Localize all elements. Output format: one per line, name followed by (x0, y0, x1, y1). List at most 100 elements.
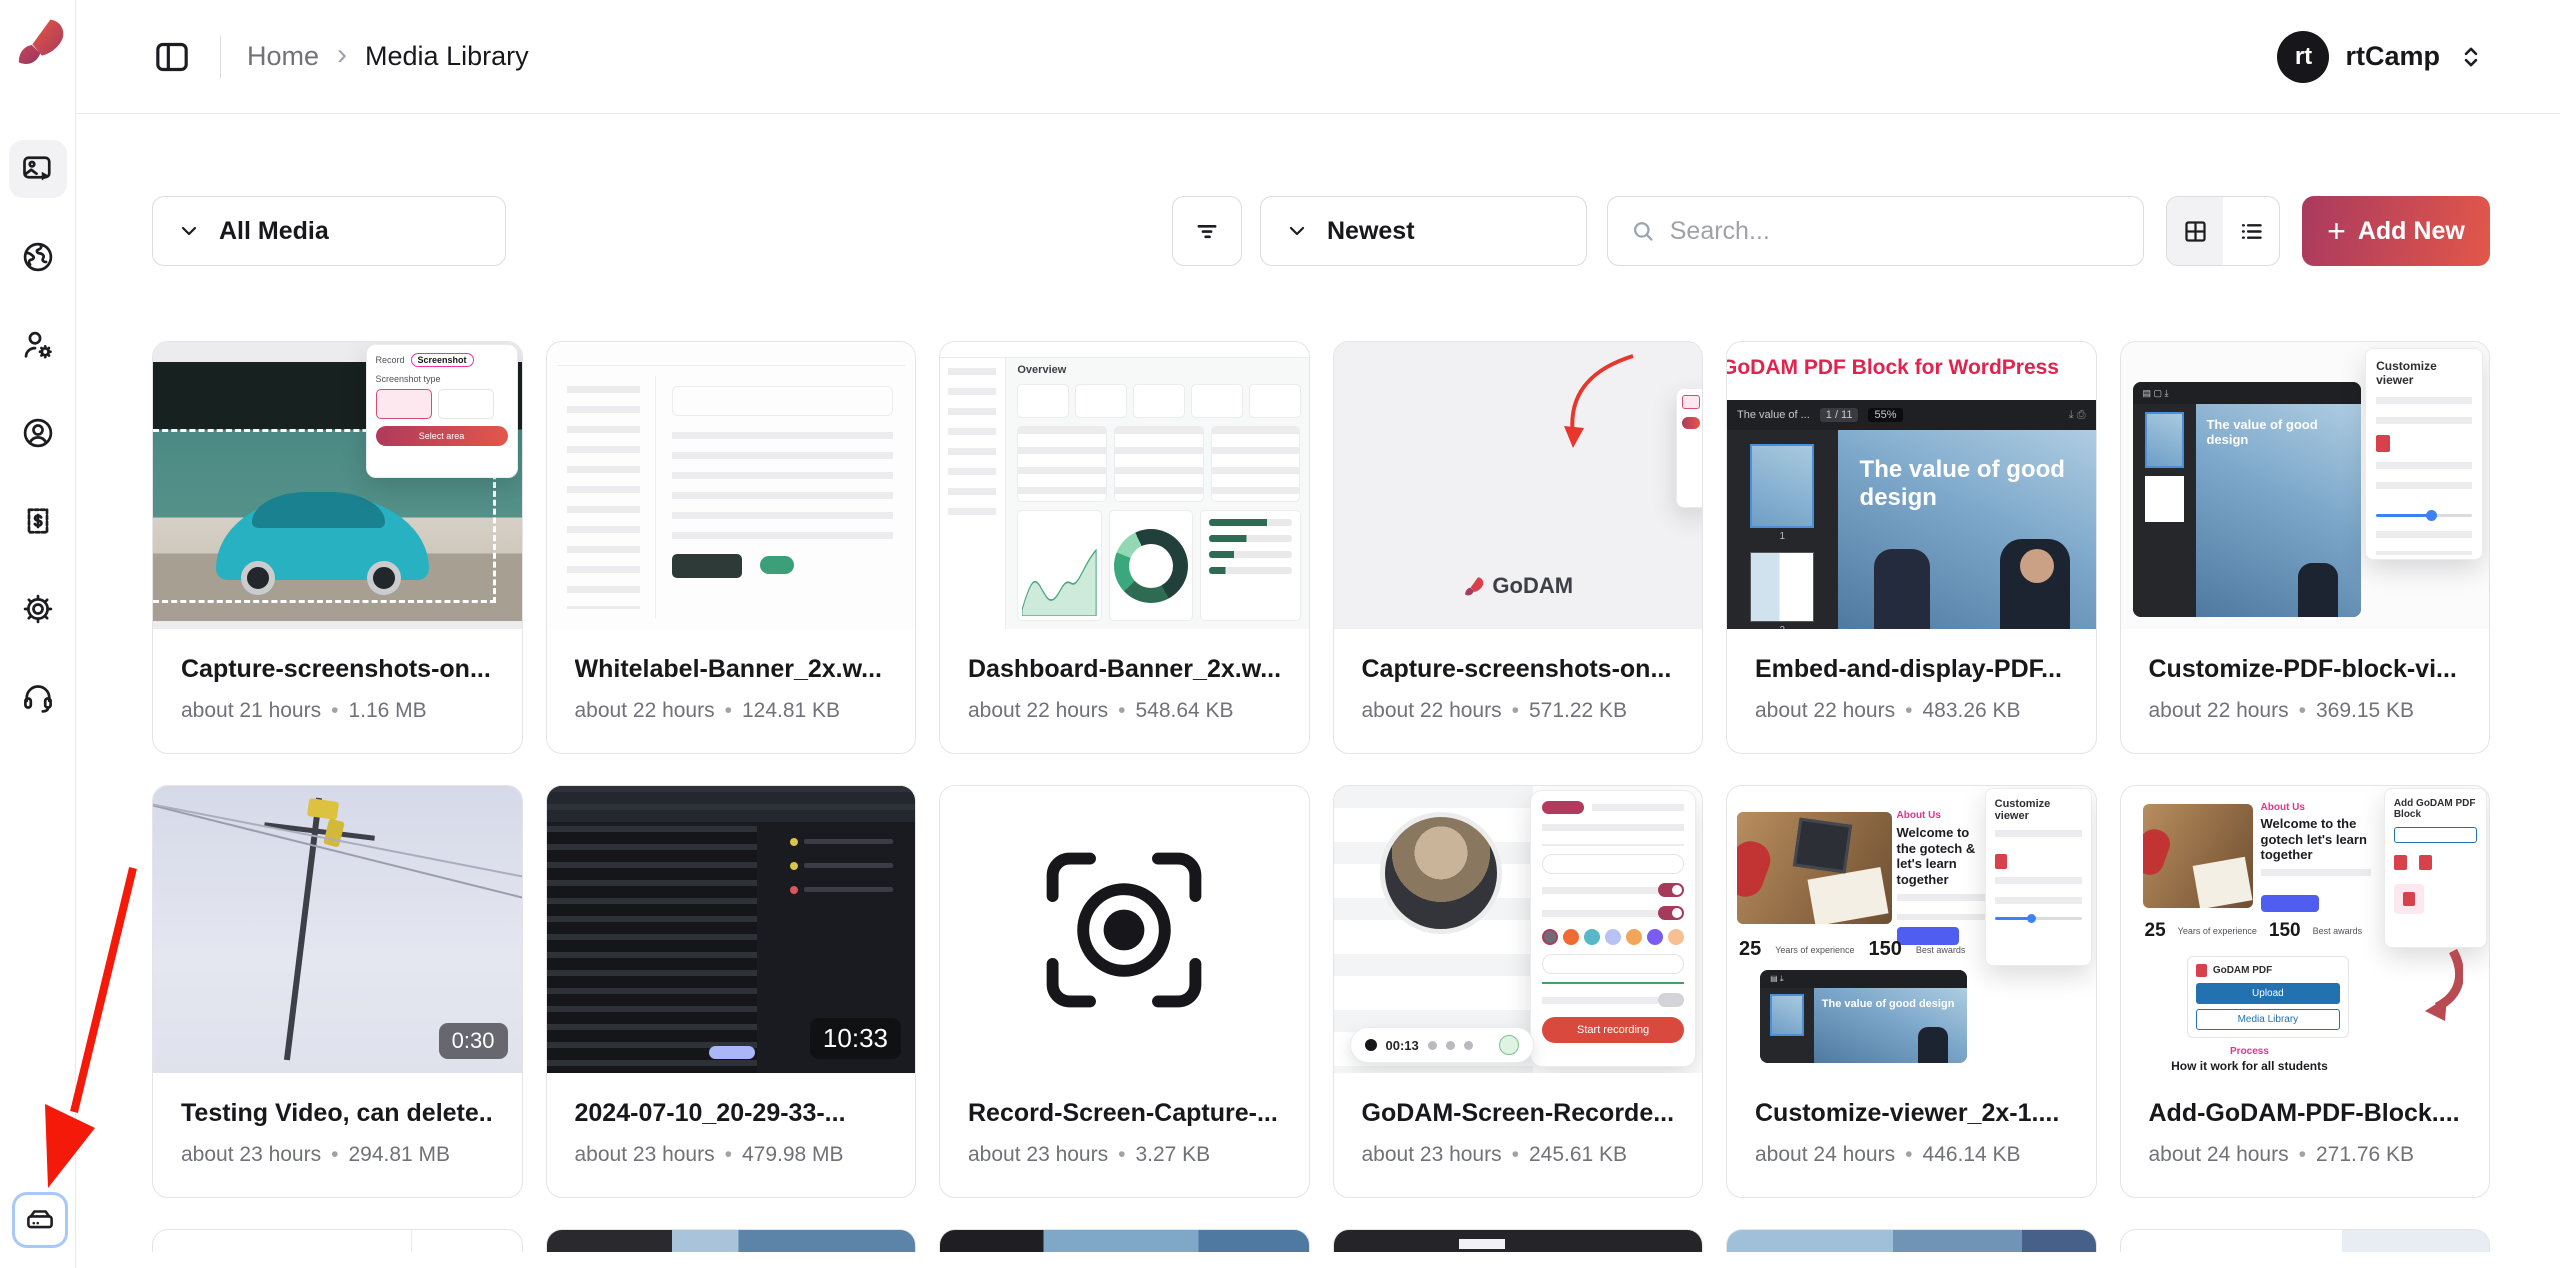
popup-sliver (1676, 388, 1702, 508)
sidebar-item-profile[interactable] (9, 404, 67, 462)
media-card[interactable]: Record-Screen-Capture-... about 23 hours… (939, 785, 1310, 1198)
media-card-partial[interactable] (2120, 1229, 2491, 1252)
media-type-dropdown[interactable]: All Media (152, 196, 506, 266)
user-gear-icon (20, 327, 56, 363)
media-meta: about 22 hours•124.81 KB (575, 699, 888, 723)
media-meta: about 23 hours•3.27 KB (968, 1143, 1281, 1167)
list-view-icon (2238, 218, 2265, 245)
avatar: rt (2277, 31, 2329, 83)
media-thumbnail[interactable]: 10:33 (547, 786, 916, 1073)
sort-dropdown[interactable]: Newest (1260, 196, 1587, 266)
sidebar-item-media-library[interactable] (9, 140, 67, 198)
media-title: Dashboard-Banner_2x.w... (968, 655, 1281, 684)
add-new-button[interactable]: + Add New (2302, 196, 2490, 266)
sidebar-item-web[interactable] (9, 228, 67, 286)
sidebar-toggle-icon[interactable] (150, 35, 194, 79)
screenshot-popup: Record Screenshot Screenshot type Select… (366, 344, 518, 478)
media-card[interactable]: About Us Welcome to the gotech let's lea… (2120, 785, 2491, 1198)
storage-drive-icon (23, 1203, 57, 1237)
headphones-icon (20, 679, 56, 715)
media-title: Add-GoDAM-PDF-Block.... (2149, 1099, 2462, 1128)
toolbar: All Media Newest (152, 196, 2490, 266)
godam-logo-icon[interactable] (11, 14, 65, 72)
media-card[interactable]: Record Screenshot Screenshot type Select… (152, 341, 523, 754)
media-card-partial[interactable] (546, 1229, 917, 1252)
media-thumbnail[interactable]: GoDAM (1334, 342, 1703, 629)
media-card[interactable]: ▤ ▢ ⤓ The value of good design Customize… (2120, 341, 2491, 754)
list-view-button[interactable] (2223, 197, 2279, 265)
duration-badge: 0:30 (439, 1023, 508, 1059)
breadcrumb-separator-icon: › (337, 38, 347, 72)
media-title: Testing Video, can delete... (181, 1099, 494, 1128)
sidebar-item-billing[interactable] (9, 492, 67, 550)
globe-icon (20, 239, 56, 275)
media-meta: about 23 hours•479.98 MB (575, 1143, 888, 1167)
chevron-down-icon (177, 219, 201, 243)
red-curved-arrow (2399, 947, 2463, 1027)
search-field[interactable] (1607, 196, 2144, 266)
media-thumbnail[interactable] (940, 786, 1309, 1073)
sidebar-item-user-roles[interactable] (9, 316, 67, 374)
media-card[interactable]: GoDAM PDF Block for WordPress The value … (1726, 341, 2097, 754)
media-meta: about 23 hours•245.61 KB (1362, 1143, 1675, 1167)
media-card-partial[interactable] (1726, 1229, 2097, 1252)
filter-button[interactable] (1172, 196, 1242, 266)
select-area-button: Select area (376, 426, 508, 446)
media-title: Capture-screenshots-on... (181, 655, 494, 684)
sidebar-item-support[interactable] (9, 668, 67, 726)
media-card[interactable]: About Us Welcome to the gotech & let's l… (1726, 785, 2097, 1198)
pdf-toolbar: The value of ... 1 / 11 55% ⤓ ⎙ (1727, 400, 2096, 430)
search-icon (1630, 217, 1656, 245)
media-card-partial[interactable] (1333, 1229, 1704, 1252)
media-thumbnail[interactable] (547, 342, 916, 629)
account-switcher[interactable]: rt rtCamp (2277, 31, 2486, 83)
breadcrumb-home-link[interactable]: Home (247, 41, 319, 72)
media-card[interactable]: 0:30 Testing Video, can delete... about … (152, 785, 523, 1198)
media-meta: about 22 hours•483.26 KB (1755, 699, 2068, 723)
media-card[interactable]: Start recording 00:13 GoDAM-Screen-Recor… (1333, 785, 1704, 1198)
sidebar-item-settings[interactable] (9, 580, 67, 638)
media-meta: about 21 hours•1.16 MB (181, 699, 494, 723)
media-thumbnail[interactable]: ▤ ▢ ⤓ The value of good design Customize… (2121, 342, 2490, 629)
media-thumbnail[interactable]: About Us Welcome to the gotech & let's l… (1727, 786, 2096, 1073)
media-thumbnail[interactable]: Record Screenshot Screenshot type Select… (153, 342, 522, 629)
embedded-pdf-viewer: ▤ ⤓ The value of good design (1760, 970, 1966, 1063)
media-meta: about 22 hours•571.22 KB (1362, 699, 1675, 723)
grid-view-button[interactable] (2167, 197, 2223, 265)
sidebar-item-storage[interactable] (12, 1192, 68, 1248)
invoice-icon (20, 503, 56, 539)
webcam-circle (1380, 812, 1502, 934)
media-meta: about 22 hours•369.15 KB (2149, 699, 2462, 723)
grid-view-icon (2182, 218, 2209, 245)
account-name: rtCamp (2345, 41, 2440, 72)
customize-panel: Customize viewer (1985, 788, 2092, 966)
media-card[interactable]: GoDAM Capture-screenshots-on... about 22… (1333, 341, 1704, 754)
media-card[interactable]: 10:33 2024-07-10_20-29-33-... about 23 h… (546, 785, 917, 1198)
media-card-partial[interactable] (152, 1229, 523, 1252)
block-placeholder: GoDAM PDF Upload Media Library (2187, 956, 2349, 1038)
media-card[interactable]: Overview (939, 341, 1310, 754)
media-meta: about 24 hours•271.76 KB (2149, 1143, 2462, 1167)
media-thumbnail[interactable]: 0:30 (153, 786, 522, 1073)
media-card[interactable]: Whitelabel-Banner_2x.w... about 22 hours… (546, 341, 917, 754)
duration-badge: 10:33 (810, 1018, 901, 1059)
media-thumbnail[interactable]: Start recording 00:13 (1334, 786, 1703, 1073)
search-input[interactable] (1670, 217, 2121, 246)
add-block-panel: Add GoDAM PDF Block (2384, 788, 2487, 948)
breadcrumb-current: Media Library (365, 41, 529, 72)
media-title: Capture-screenshots-on... (1362, 655, 1675, 684)
customize-panel: Customize viewer (2365, 348, 2483, 560)
breadcrumb: Home › Media Library (247, 41, 529, 72)
media-title: 2024-07-10_20-29-33-... (575, 1099, 888, 1128)
media-thumbnail[interactable]: About Us Welcome to the gotech let's lea… (2121, 786, 2490, 1073)
media-library-button: Media Library (2196, 1009, 2340, 1030)
filter-icon (1193, 217, 1221, 245)
media-thumbnail[interactable]: GoDAM PDF Block for WordPress The value … (1727, 342, 2096, 629)
start-recording-button: Start recording (1542, 1017, 1684, 1043)
media-card-partial[interactable] (939, 1229, 1310, 1252)
left-rail (0, 0, 76, 1268)
pdf-block-heading: GoDAM PDF Block for WordPress (1727, 356, 2096, 380)
media-thumbnail[interactable]: Overview (940, 342, 1309, 629)
add-new-label: Add New (2358, 217, 2465, 246)
top-bar: Home › Media Library rt rtCamp (76, 0, 2560, 114)
